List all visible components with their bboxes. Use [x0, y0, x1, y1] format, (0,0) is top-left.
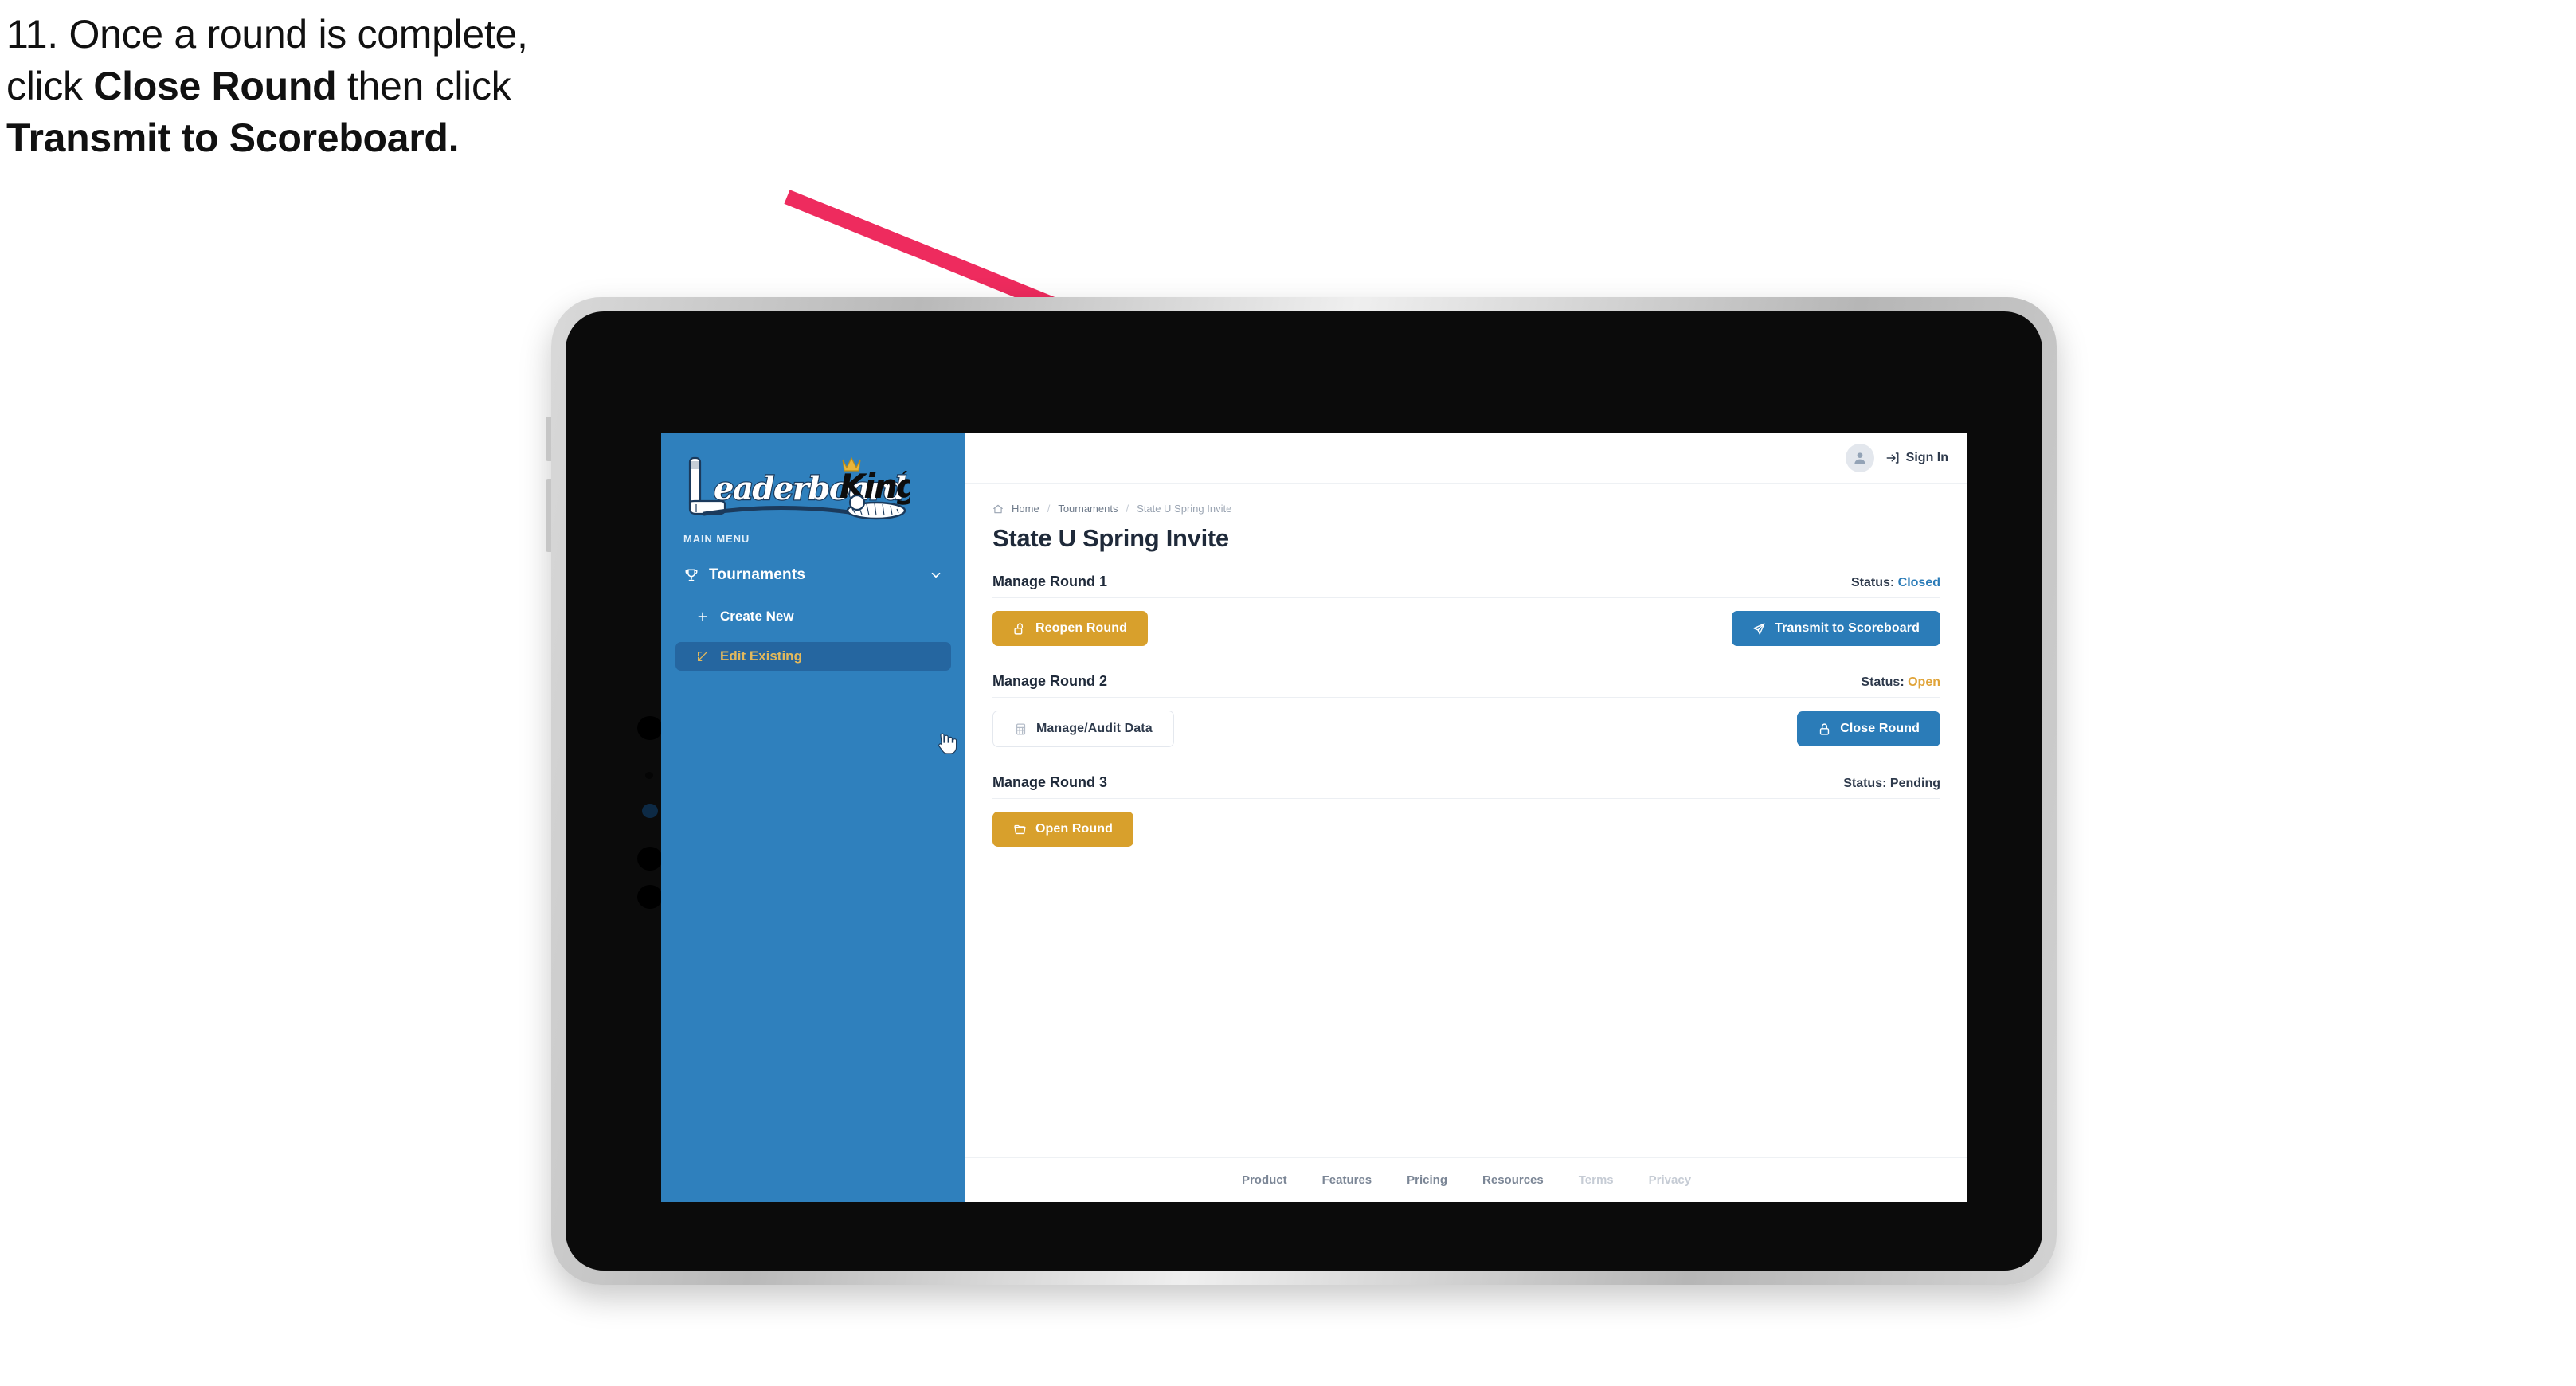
- tablet-device: eaderboard King ´: [546, 297, 2057, 1285]
- transmit-to-scoreboard-button[interactable]: Transmit to Scoreboard: [1732, 611, 1940, 646]
- sidebar-item-edit-existing-label: Edit Existing: [720, 648, 802, 664]
- table-grid-icon: [1014, 722, 1028, 736]
- breadcrumb: Home / Tournaments / State U Spring Invi…: [992, 503, 1940, 515]
- send-plane-icon: [1752, 622, 1766, 636]
- tablet-volume-up-button[interactable]: [546, 417, 551, 461]
- round-3-actions: Open Round: [992, 799, 1940, 847]
- round-2-header: Manage Round 2 Status: Open: [992, 673, 1940, 698]
- round-1-status-value: Closed: [1897, 576, 1940, 589]
- tablet-sensor-icon: [645, 772, 653, 779]
- instruction-line-1: 11. Once a round is complete,: [6, 12, 528, 57]
- folder-open-icon: [1013, 823, 1027, 836]
- trophy-icon: [683, 567, 699, 583]
- instruction-line-2-pre: click: [6, 64, 94, 108]
- page-content: Home / Tournaments / State U Spring Invi…: [965, 484, 1967, 1157]
- footer-link-resources[interactable]: Resources: [1482, 1173, 1544, 1187]
- sidebar: eaderboard King ´: [661, 433, 965, 1202]
- round-section-1: Manage Round 1 Status: Closed Reopen Rou…: [992, 574, 1940, 646]
- svg-text:´: ´: [899, 470, 908, 490]
- tablet-indicator-icon: [642, 804, 658, 818]
- lock-icon: [1818, 722, 1831, 736]
- login-arrow-icon: [1885, 451, 1900, 465]
- home-icon[interactable]: [992, 503, 1004, 515]
- sidebar-section-label: MAIN MENU: [683, 533, 750, 545]
- footer-link-pricing[interactable]: Pricing: [1407, 1173, 1447, 1187]
- tablet-camera-icon: [637, 716, 663, 740]
- footer-link-privacy[interactable]: Privacy: [1649, 1173, 1691, 1187]
- round-2-title: Manage Round 2: [992, 673, 1108, 689]
- app-viewport: eaderboard King ´: [661, 433, 1967, 1202]
- mouse-cursor-pointer-icon: [938, 733, 957, 754]
- round-3-status: Status: Pending: [1843, 777, 1940, 791]
- footer-link-features[interactable]: Features: [1322, 1173, 1372, 1187]
- sidebar-item-create-new[interactable]: Create New: [675, 602, 951, 631]
- avatar[interactable]: [1845, 443, 1874, 472]
- page-title: State U Spring Invite: [992, 524, 1229, 552]
- round-1-title: Manage Round 1: [992, 574, 1108, 589]
- breadcrumb-home[interactable]: Home: [1012, 503, 1039, 515]
- sign-in-button[interactable]: Sign In: [1885, 451, 1948, 465]
- instruction-line-3-bold: Transmit to Scoreboard.: [6, 116, 460, 160]
- reopen-round-label: Reopen Round: [1035, 621, 1127, 635]
- close-round-label: Close Round: [1840, 722, 1920, 735]
- round-2-status-label: Status:: [1861, 675, 1905, 689]
- close-round-button[interactable]: Close Round: [1797, 711, 1940, 746]
- instruction-caption: 11. Once a round is complete, click Clos…: [6, 14, 898, 170]
- screenshot-root: 11. Once a round is complete, click Clos…: [0, 0, 2576, 1386]
- round-1-header: Manage Round 1 Status: Closed: [992, 574, 1940, 598]
- tablet-speaker-icon: [637, 847, 663, 871]
- footer: Product Features Pricing Resources Terms…: [965, 1157, 1967, 1202]
- round-2-status-value: Open: [1908, 675, 1940, 689]
- round-2-status: Status: Open: [1861, 675, 1940, 690]
- footer-link-terms[interactable]: Terms: [1579, 1173, 1614, 1187]
- transmit-to-scoreboard-label: Transmit to Scoreboard: [1775, 621, 1920, 635]
- user-avatar-icon: [1854, 452, 1865, 464]
- tablet-volume-down-button[interactable]: [546, 479, 551, 552]
- breadcrumb-tournaments[interactable]: Tournaments: [1058, 503, 1118, 515]
- open-round-button[interactable]: Open Round: [992, 812, 1133, 847]
- sidebar-item-tournaments-label: Tournaments: [709, 566, 806, 583]
- round-section-3: Manage Round 3 Status: Pending Open Roun…: [992, 774, 1940, 847]
- round-1-status: Status: Closed: [1851, 576, 1940, 590]
- round-3-status-value: Pending: [1889, 777, 1940, 790]
- instruction-line-2: click Close Round then click: [6, 66, 898, 106]
- instruction-line-2-post: then click: [336, 64, 511, 108]
- sidebar-item-edit-existing[interactable]: Edit Existing: [675, 642, 951, 671]
- top-bar: Sign In: [965, 433, 1967, 484]
- tablet-mic-icon: [637, 885, 663, 909]
- round-3-title: Manage Round 3: [992, 774, 1108, 790]
- breadcrumb-current: State U Spring Invite: [1137, 503, 1232, 515]
- sidebar-item-create-new-label: Create New: [720, 609, 794, 624]
- app-logo[interactable]: eaderboard King ´: [661, 433, 965, 528]
- main-content: Sign In Home / Tournaments / State U Spr…: [965, 433, 1967, 1202]
- round-3-status-label: Status:: [1843, 777, 1887, 790]
- plus-icon: [696, 610, 709, 623]
- round-1-status-label: Status:: [1850, 576, 1895, 589]
- open-round-label: Open Round: [1035, 822, 1113, 836]
- round-1-actions: Reopen Round Transmit to Scoreboard: [992, 598, 1940, 646]
- unlock-icon: [1013, 622, 1027, 636]
- chevron-down-icon[interactable]: [929, 568, 943, 582]
- leaderboardking-logo-icon: eaderboard King ´: [688, 456, 921, 520]
- round-3-header: Manage Round 3 Status: Pending: [992, 774, 1940, 799]
- breadcrumb-separator-2: /: [1126, 503, 1129, 515]
- instruction-line-3: Transmit to Scoreboard.: [6, 118, 898, 158]
- round-2-actions: Manage/Audit Data Close Round: [992, 698, 1940, 747]
- tablet-bezel: eaderboard King ´: [566, 311, 2042, 1270]
- edit-square-icon: [696, 650, 709, 663]
- sidebar-item-tournaments[interactable]: Tournaments: [675, 559, 951, 591]
- manage-audit-data-button[interactable]: Manage/Audit Data: [992, 711, 1174, 747]
- breadcrumb-separator-1: /: [1047, 503, 1051, 515]
- round-section-2: Manage Round 2 Status: Open Manage/Audit…: [992, 673, 1940, 747]
- reopen-round-button[interactable]: Reopen Round: [992, 611, 1148, 646]
- instruction-line-2-bold: Close Round: [93, 64, 337, 108]
- manage-audit-data-label: Manage/Audit Data: [1036, 722, 1153, 735]
- footer-link-product[interactable]: Product: [1242, 1173, 1287, 1187]
- sign-in-label: Sign In: [1905, 450, 1948, 464]
